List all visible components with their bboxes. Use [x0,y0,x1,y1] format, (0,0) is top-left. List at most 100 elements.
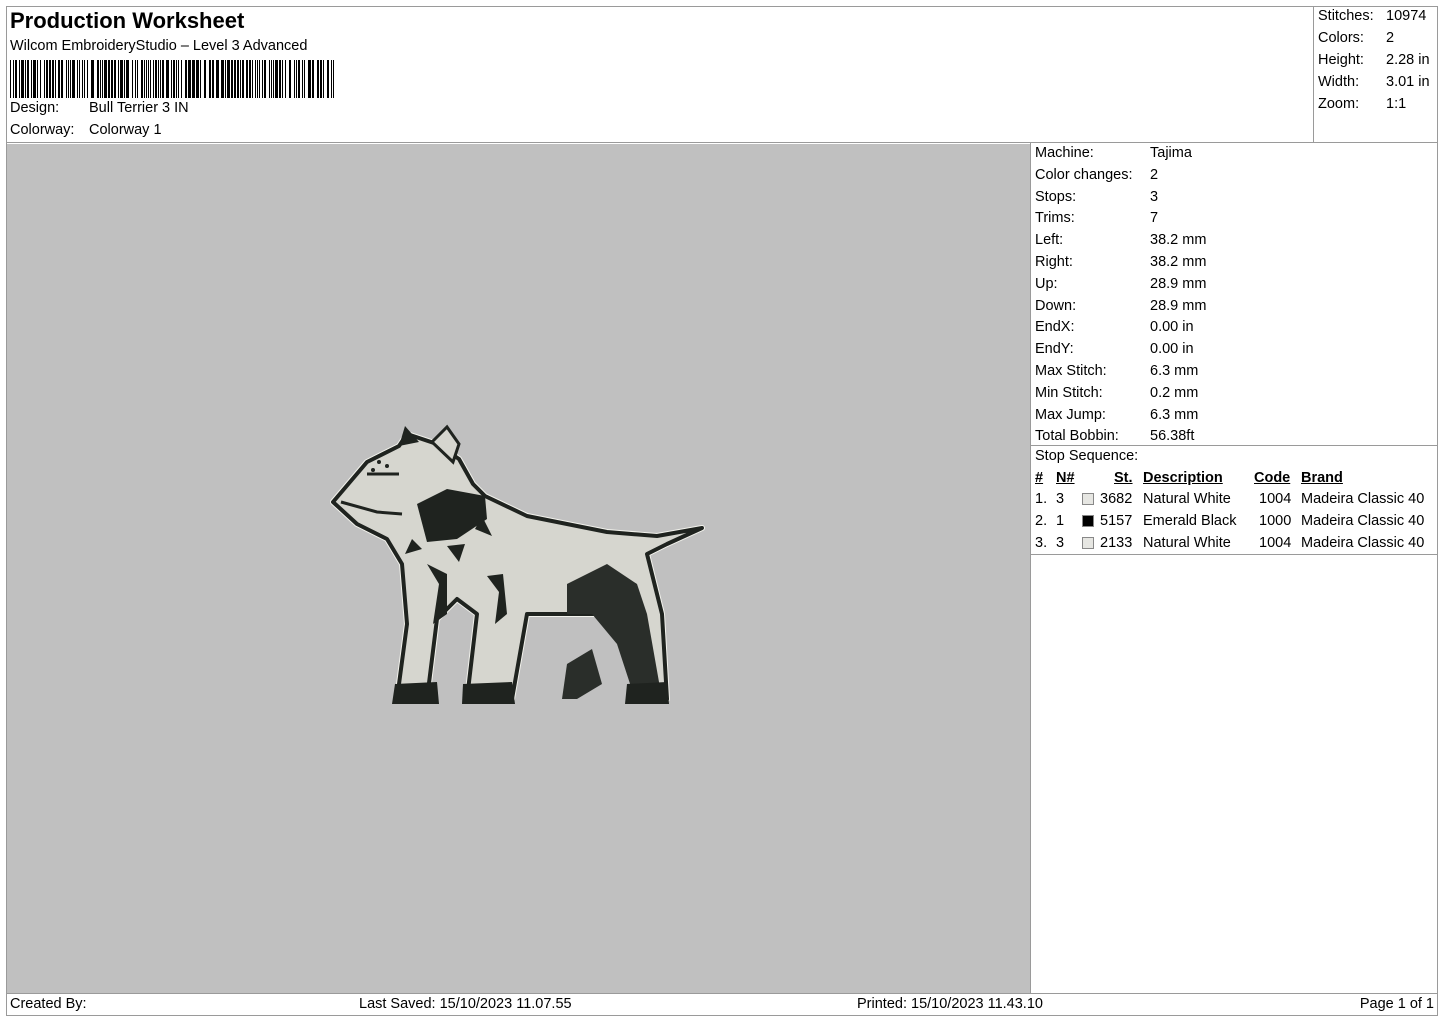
machine-info-row: Max Jump: 6.3 mm [1035,406,1198,423]
barcode-bar [171,60,172,98]
barcode-bar [192,60,195,98]
barcode-bar [269,60,270,98]
barcode-bar [188,60,191,98]
info-label: EndY: [1035,341,1074,358]
header-code: Code [1254,470,1291,486]
barcode-bar [114,60,116,98]
info-value: 0.00 in [1150,341,1194,358]
barcode-bar [108,60,110,98]
page-number: Page 1 of 1 [1359,996,1434,1012]
info-value: 56.38ft [1150,428,1195,445]
barcode-bar [178,60,179,98]
barcode-bar [237,60,239,98]
barcode-bar [68,60,69,98]
colors-row: Colors: 2 [1318,30,1394,46]
barcode-bar [196,60,199,98]
width-label: Width: [1318,74,1360,90]
info-value: Tajima [1150,145,1192,161]
machine-info-row: Left: 38.2 mm [1035,232,1206,249]
barcode-bar [173,60,175,98]
info-label: Machine: [1035,145,1094,161]
info-value: 38.2 mm [1150,254,1207,270]
needle-number: 1 [1056,513,1065,529]
info-label: Color changes: [1035,166,1133,183]
design-summary: Stitches: 10974 Colors: 2 Height: 2.28 i… [1314,6,1438,143]
header-description: Description [1143,470,1223,486]
barcode-bar [55,60,56,98]
stitch-count: 5157 [1100,513,1133,529]
barcode-bar [111,60,113,98]
barcode-bar [262,60,263,98]
barcode-bar [185,60,187,98]
thread-code: 1000 [1259,513,1292,529]
barcode-bar [13,60,14,98]
barcode-bar [153,60,154,98]
barcode-bar [120,60,123,98]
stitch-count: 2133 [1100,535,1133,551]
barcode-bar [27,60,29,98]
bull-terrier-embroidery-image [330,424,705,704]
worksheet-footer: Created By: Last Saved: 15/10/2023 11.07… [6,993,1438,1016]
barcode-bar [46,60,48,98]
thread-code: 1004 [1259,535,1292,551]
machine-info-row: Max Stitch: 6.3 mm [1035,363,1198,379]
stop-number: 3. [1035,535,1048,551]
section-divider [1031,445,1438,446]
machine-info-row: Total Bobbin: 56.38ft [1035,428,1194,444]
machine-info-row: Min Stitch: 0.2 mm [1035,384,1198,401]
barcode-bar [146,60,147,98]
stitch-count: 3682 [1100,491,1133,507]
barcode-bar [246,60,248,98]
barcode-bar [259,60,260,98]
thread-code: 1004 [1259,491,1292,507]
barcode-bar [160,60,161,98]
info-value: 2 [1150,166,1159,183]
barcode-bar [257,60,258,98]
machine-info-row: EndY: 0.00 in [1035,341,1194,358]
height-value: 2.28 in [1386,52,1430,68]
barcode-bar [252,60,253,98]
stitches-label: Stitches: [1318,8,1374,24]
design-row: Design: Bull Terrier 3 IN [10,100,189,116]
barcode-bar [231,60,233,98]
barcode-bar [289,60,291,98]
barcode-bar [221,60,224,98]
barcode-bar [37,60,38,98]
barcode-bar [150,60,151,98]
barcode-bar [135,60,136,98]
barcode-bar [240,60,241,98]
software-name: Wilcom EmbroideryStudio – Level 3 Advanc… [10,38,308,54]
info-label: Left: [1035,232,1064,249]
barcode-bar [234,60,236,98]
info-label: EndX: [1035,319,1075,336]
barcode-bar [333,60,334,98]
last-saved: Last Saved: 15/10/2023 11.07.55 [359,996,572,1012]
zoom-value: 1:1 [1386,96,1407,112]
design-preview-canvas [7,144,1030,993]
barcode-bar [304,60,305,98]
info-label: Max Jump: [1035,406,1106,423]
machine-info-row: Color changes: 2 [1035,166,1158,183]
info-label: Up: [1035,275,1058,292]
info-label: Min Stitch: [1035,384,1103,401]
needle-number: 3 [1056,491,1065,507]
thread-color-swatch [1082,493,1094,505]
barcode-bar [204,60,206,98]
barcode-bar [282,60,283,98]
barcode-bar [82,60,83,98]
barcode-bar [102,60,103,98]
barcode-bar [200,60,201,98]
barcode-bar [87,60,88,98]
stop-number: 1. [1035,491,1048,507]
section-divider [1031,554,1438,555]
info-value: 38.2 mm [1150,232,1207,249]
colors-label: Colors: [1318,30,1364,46]
machine-info-row: Down: 28.9 mm [1035,298,1206,314]
barcode-bar [66,60,67,98]
stitches-value: 10974 [1386,8,1427,24]
barcode-bar [100,60,101,98]
info-label: Max Stitch: [1035,363,1107,379]
barcode-bar [126,60,129,98]
barcode [10,60,334,98]
barcode-bar [84,60,85,98]
